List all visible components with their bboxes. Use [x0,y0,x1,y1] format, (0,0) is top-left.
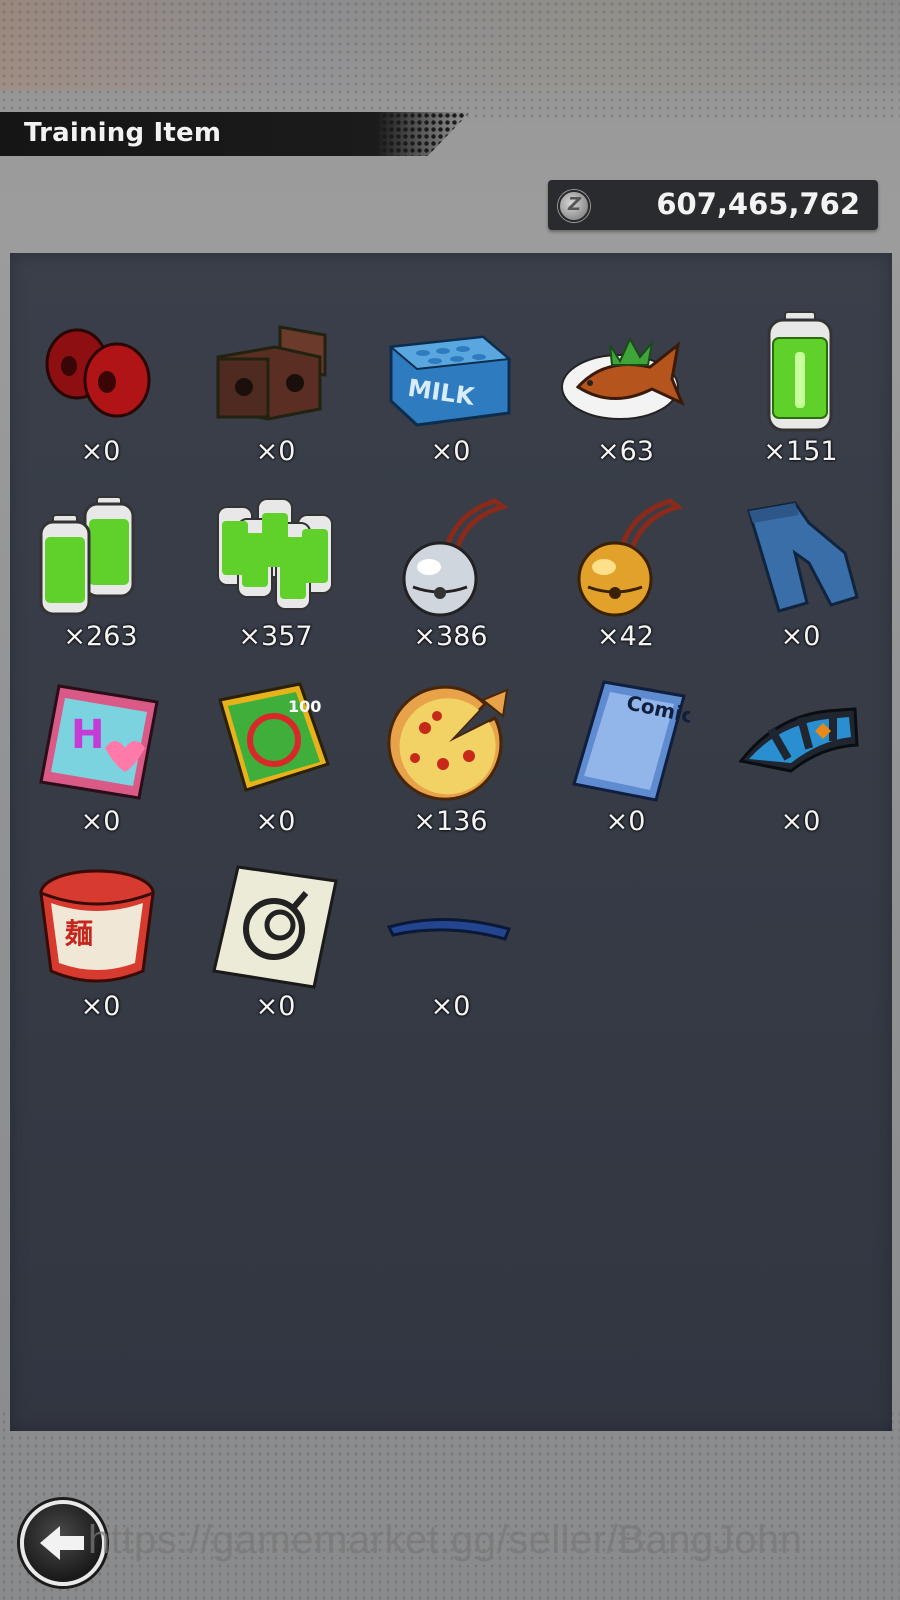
item-count: ×357 [238,621,313,652]
currency-display: Z 607,465,762 [548,180,878,230]
item-count: ×263 [63,621,138,652]
item-pizza[interactable]: ×136 [363,678,538,863]
page-title: Training Item [24,118,222,148]
item-count: ×0 [255,806,296,837]
item-jeans[interactable]: ×0 [713,493,888,678]
item-comic-magazine[interactable]: Comic ×0 [538,678,713,863]
item-capsule-corp-card[interactable]: ×0 [188,863,363,1048]
red-weights-icon [35,308,165,436]
item-grilled-fish[interactable]: ×63 [538,308,713,493]
item-energy-battery-single[interactable]: ×151 [713,308,888,493]
item-count: ×386 [413,621,488,652]
watermark: https://gamemarket.gg/seller/BangJohn [88,1518,803,1562]
item-energy-battery-pack[interactable]: ×357 [188,493,363,678]
item-count: ×0 [80,436,121,467]
jeans-icon [735,493,865,621]
comedy-book-icon: 100 [210,678,340,806]
cup-noodle-icon: 麺 [35,863,165,991]
item-brick-weights[interactable]: ×0 [188,308,363,493]
romance-manga-icon: H [35,678,165,806]
item-count: ×42 [597,621,654,652]
item-count: ×0 [780,621,821,652]
item-cup-noodle[interactable]: 麺 ×0 [13,863,188,1048]
currency-value: 607,465,762 [656,187,860,221]
halftone-bottom [0,1410,900,1600]
headband-icon [385,863,515,991]
comic-magazine-icon: Comic [560,678,690,806]
grilled-fish-icon [560,308,690,436]
item-gold-bell[interactable]: ×42 [538,493,713,678]
battery-pack-icon [210,493,340,621]
item-count: ×0 [780,806,821,837]
item-count: ×63 [597,436,654,467]
pizza-icon [385,678,515,806]
svg-text:H: H [71,712,104,758]
item-count: ×136 [413,806,488,837]
milk-crate-icon: MILK [385,308,515,436]
item-count: ×0 [430,436,471,467]
capsule-card-icon [210,863,340,991]
battery-double-icon [35,493,165,621]
item-silver-bell[interactable]: ×386 [363,493,538,678]
background-blur [0,0,900,90]
item-count: ×0 [80,991,121,1022]
item-grid-panel: ×0 ×0 MILK ×0 ×63 ×151 ×263 ×357 ×386 ×4… [10,253,892,1431]
item-count: ×151 [763,436,838,467]
gold-bell-icon [560,493,690,621]
svg-text:麺: 麺 [64,917,93,950]
svg-text:100: 100 [288,697,321,716]
item-count: ×0 [255,991,296,1022]
item-saiyan-wristband[interactable]: ×0 [713,678,888,863]
item-count: ×0 [430,991,471,1022]
item-energy-battery-double[interactable]: ×263 [13,493,188,678]
item-red-weights[interactable]: ×0 [13,308,188,493]
item-comedy-book[interactable]: 100 ×0 [188,678,363,863]
silver-bell-icon [385,493,515,621]
brick-weights-icon [210,308,340,436]
item-count: ×0 [255,436,296,467]
battery-icon [735,308,865,436]
zeni-coin-icon: Z [558,190,590,222]
item-count: ×0 [605,806,646,837]
item-milk-crate[interactable]: MILK ×0 [363,308,538,493]
wristband-icon [735,678,865,806]
item-blue-headband[interactable]: ×0 [363,863,538,1048]
item-romance-manga[interactable]: H ×0 [13,678,188,863]
item-count: ×0 [80,806,121,837]
